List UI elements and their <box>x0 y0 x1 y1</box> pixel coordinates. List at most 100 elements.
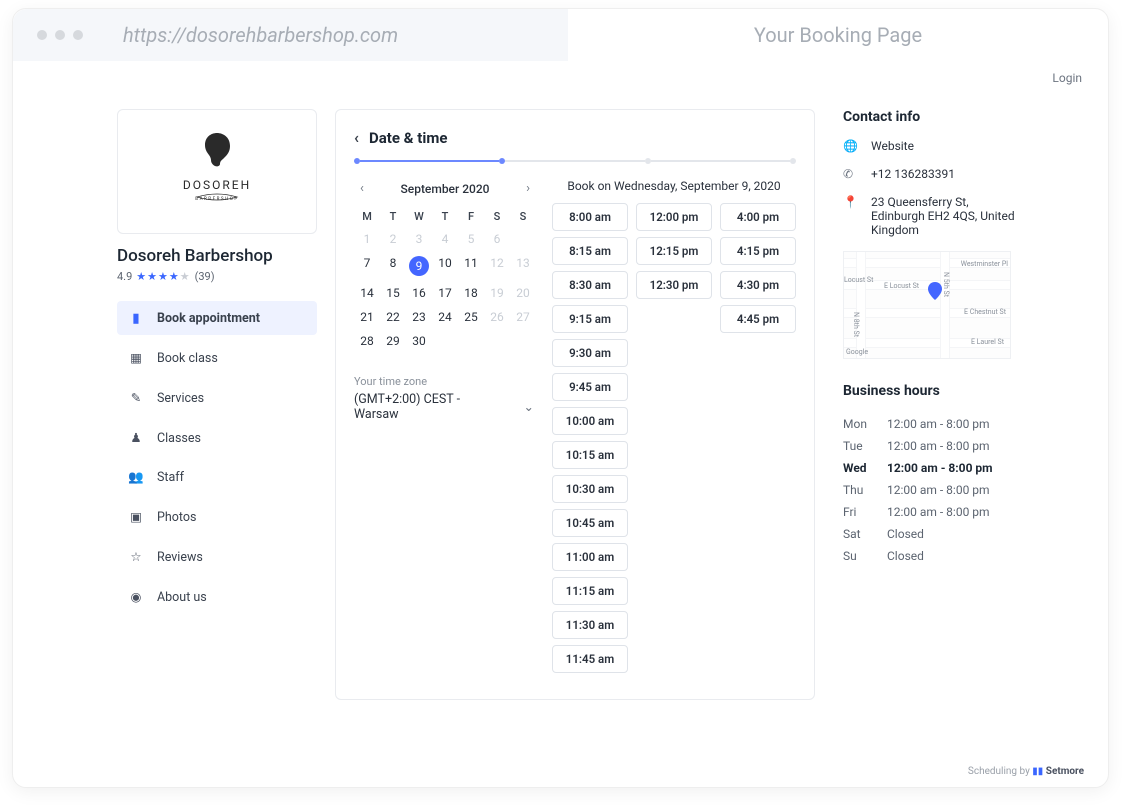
time-slot-button[interactable]: 10:15 am <box>552 441 628 469</box>
hours-day: Wed <box>843 461 873 475</box>
calendar-day[interactable]: 9 <box>406 251 432 281</box>
time-slot-button[interactable]: 8:00 am <box>552 203 628 231</box>
contact-title: Contact info <box>843 109 1021 125</box>
back-icon[interactable]: ‹ <box>354 128 359 147</box>
sidebar-item-label: Classes <box>157 431 201 446</box>
calendar-day[interactable]: 30 <box>406 329 432 353</box>
reviews-count: (39) <box>195 270 215 283</box>
prev-month-icon[interactable]: ‹ <box>356 179 368 198</box>
calendar-day[interactable]: 8 <box>380 251 406 281</box>
calendar-day[interactable]: 29 <box>380 329 406 353</box>
sidebar-item-label: Book appointment <box>157 311 260 326</box>
brand-logo-icon: DOSOREH BARBERSHOP <box>177 127 257 217</box>
time-slot-button[interactable]: 9:15 am <box>552 305 628 333</box>
time-slot-button[interactable]: 12:30 pm <box>636 271 712 299</box>
sidebar-item-classes[interactable]: ♟ Classes <box>117 421 317 455</box>
calendar-day[interactable]: 11 <box>458 251 484 281</box>
contact-phone[interactable]: ✆ +12 136283391 <box>843 167 1021 181</box>
sidebar-item-photos[interactable]: ▣Photos <box>117 500 317 534</box>
star-icon: ☆ <box>129 549 143 565</box>
sidebar-item-services[interactable]: ✎Services <box>117 381 317 415</box>
calendar-day: 6 <box>484 227 510 251</box>
calendar-day[interactable]: 16 <box>406 281 432 305</box>
calendar-day[interactable]: 25 <box>458 305 484 329</box>
sidebar-item-reviews[interactable]: ☆ Reviews <box>117 540 317 574</box>
sidebar-item-staff[interactable]: 👥Staff <box>117 461 317 494</box>
time-slot-button[interactable]: 12:15 pm <box>636 237 712 265</box>
window-dot <box>73 30 83 40</box>
hours-day: Thu <box>843 483 873 497</box>
hours-row: Thu 12:00 am - 8:00 pm <box>843 479 1021 501</box>
hours-title: Business hours <box>843 383 1021 399</box>
contact-website[interactable]: 🌐 Website <box>843 139 1021 153</box>
business-logo-card: DOSOREH BARBERSHOP <box>117 109 317 234</box>
time-slot-button[interactable]: 10:45 am <box>552 509 628 537</box>
address-url: https://dosorehbarbershop.com <box>123 23 398 47</box>
chevron-down-icon: ⌄ <box>524 399 534 415</box>
briefcase-icon: ▮ <box>129 310 143 326</box>
calendar-day[interactable]: 7 <box>354 251 380 281</box>
calendar-day: 20 <box>510 281 536 305</box>
time-slot-button[interactable]: 12:00 pm <box>636 203 712 231</box>
calendar-month: September 2020 <box>401 182 490 196</box>
calendar-day: 2 <box>380 227 406 251</box>
time-slot-button[interactable]: 4:30 pm <box>720 271 796 299</box>
calendar-day[interactable]: 22 <box>380 305 406 329</box>
sidebar-item-label: Book class <box>157 351 218 366</box>
calendar-dow: F <box>458 206 484 227</box>
time-slot-button[interactable]: 11:15 am <box>552 577 628 605</box>
calendar-day: 3 <box>406 227 432 251</box>
hours-day: Mon <box>843 417 873 431</box>
window-dot <box>55 30 65 40</box>
map-preview[interactable]: Westminster Pl Locust St E Locust St N 5… <box>843 251 1011 359</box>
hours-row: Wed 12:00 am - 8:00 pm <box>843 457 1021 479</box>
next-month-icon[interactable]: › <box>522 179 534 198</box>
tab-title: Your Booking Page <box>568 23 1108 47</box>
svg-text:BARBERSHOP: BARBERSHOP <box>195 196 238 202</box>
map-pin-icon <box>928 282 942 300</box>
pencil-icon: ✎ <box>129 390 143 406</box>
time-slot-button[interactable]: 11:45 am <box>552 645 628 673</box>
hours-value: 12:00 am - 8:00 pm <box>887 439 990 453</box>
time-slot-button[interactable]: 4:15 pm <box>720 237 796 265</box>
calendar-day: 4 <box>432 227 458 251</box>
calendar-day[interactable]: 28 <box>354 329 380 353</box>
sidebar-item-label: Photos <box>157 510 196 525</box>
time-slot-button[interactable]: 10:30 am <box>552 475 628 503</box>
time-slot-button[interactable]: 11:00 am <box>552 543 628 571</box>
timezone-select[interactable]: (GMT+2:00) CEST - Warsaw ⌄ <box>354 392 536 422</box>
hours-value: 12:00 am - 8:00 pm <box>887 483 990 497</box>
time-slot-button[interactable]: 8:30 am <box>552 271 628 299</box>
calendar-day[interactable]: 10 <box>432 251 458 281</box>
time-slot-button[interactable]: 8:15 am <box>552 237 628 265</box>
calendar-day <box>484 329 510 353</box>
pawn-icon: ♟ <box>129 430 143 446</box>
business-name: Dosoreh Barbershop <box>117 246 317 266</box>
login-link[interactable]: Login <box>1052 71 1082 85</box>
calendar-day[interactable]: 14 <box>354 281 380 305</box>
sidebar-item-book-appointment[interactable]: ▮ Book appointment <box>117 301 317 335</box>
calendar-dow: M <box>354 206 380 227</box>
rating-value: 4.9 <box>117 270 132 283</box>
time-slot-button[interactable]: 9:30 am <box>552 339 628 367</box>
calendar-day[interactable]: 15 <box>380 281 406 305</box>
calendar-day[interactable]: 17 <box>432 281 458 305</box>
calendar-day[interactable]: 24 <box>432 305 458 329</box>
calendar-day: 1 <box>354 227 380 251</box>
phone-icon: ✆ <box>843 167 857 181</box>
calendar-day[interactable]: 23 <box>406 305 432 329</box>
hours-day: Su <box>843 549 873 563</box>
sidebar-item-book-class[interactable]: ▦Book class <box>117 341 317 375</box>
svg-text:DOSOREH: DOSOREH <box>183 178 251 192</box>
sidebar-item-about-us[interactable]: ◉About us <box>117 580 317 614</box>
hours-value: 12:00 am - 8:00 pm <box>887 461 993 475</box>
time-slot-button[interactable]: 9:45 am <box>552 373 628 401</box>
time-slot-button[interactable]: 10:00 am <box>552 407 628 435</box>
sidebar-item-label: Reviews <box>157 550 203 565</box>
calendar-day[interactable]: 21 <box>354 305 380 329</box>
calendar-day[interactable]: 18 <box>458 281 484 305</box>
time-slot-button[interactable]: 4:45 pm <box>720 305 796 333</box>
time-slot-button[interactable]: 4:00 pm <box>720 203 796 231</box>
time-slot-button[interactable]: 11:30 am <box>552 611 628 639</box>
slots-title: Book on Wednesday, September 9, 2020 <box>552 179 796 193</box>
